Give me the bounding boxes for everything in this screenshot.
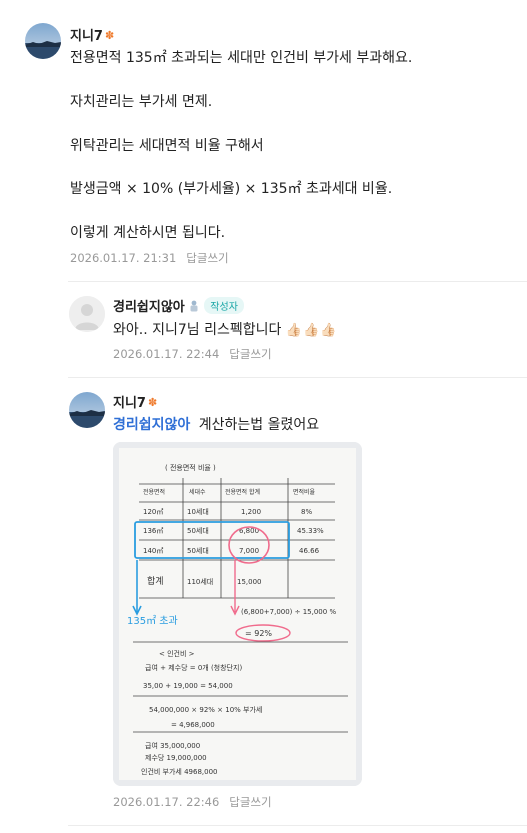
reply-button[interactable]: 답글쓰기 [229,795,271,809]
divider [68,281,527,282]
comment-text: 계산하는법 올렸어요 [198,417,320,433]
table-header: 세대수 [189,488,206,496]
comment-date: 2026.01.17. 22:44 [113,347,220,361]
table-cell: 50세대 [187,526,209,535]
calc-line: 급여 + 제수당 = 0개 (청창단지) [145,663,242,672]
avatar[interactable] [69,296,105,332]
comment-text: 와아.. 지니7님 리스펙합니다 [113,322,282,338]
section-label: < 인건비 > [159,649,195,658]
table-cell: 50세대 [187,546,209,555]
table-header: 전용면적 합계 [225,488,260,496]
comment-date: 2026.01.17. 21:31 [70,251,177,265]
side-note: 135㎡ 초과 [127,615,178,627]
table-cell: 10세대 [187,507,209,516]
comment-line: 위탁관리는 세대면적 비율 구해서 [70,138,264,154]
author-tag: 작성자 [204,297,244,314]
divider [68,377,527,378]
table-cell: 1,200 [241,508,261,516]
comment-date: 2026.01.17. 22:46 [113,795,220,809]
flower-badge-icon: ✽ [104,29,115,42]
calc-line: 제수당 19,000,000 [145,753,207,762]
table-cell: 120㎡ [143,508,163,516]
handwritten-note-image: ( 전용면적 비율 ) 전용면적 세대수 전용면적 합계 면적비율 120㎡ 1… [113,442,362,786]
nickname[interactable]: 경리쉽지않아 [113,300,185,315]
calc-line: 급여 35,000,000 [145,741,200,750]
table-cell: 140㎡ [143,547,163,555]
avatar[interactable] [69,392,105,428]
formula: (6,800+7,000) ÷ 15,000 % [241,608,336,616]
calc-line: = 4,968,000 [171,721,215,729]
reply-button[interactable]: 답글쓰기 [229,347,271,361]
comment-line: 이렇게 계산하시면 됩니다. [70,225,226,241]
table-cell: 136㎡ [143,527,163,535]
table-cell: 45.33% [297,527,324,535]
thumbs-up-emoji: 👍🏻👍🏻👍🏻 [285,323,338,338]
table-cell: 110세대 [187,577,213,586]
table-cell: 합계 [147,575,164,587]
table-header: 면적비율 [293,488,316,496]
comment-line: 자치관리는 부가세 면제. [70,94,213,110]
formula-result: = 92% [245,629,272,638]
avatar[interactable] [25,23,61,59]
table-cell: 15,000 [237,578,262,586]
flower-badge-icon: ✽ [147,396,158,409]
user-level-badge-icon [189,300,199,316]
divider [68,825,527,826]
mention-link[interactable]: 경리쉽지않아 [113,417,190,433]
table-header: 전용면적 [143,488,165,496]
table-cell: 7,000 [239,547,259,555]
calc-line: 인건비 부가세 4968,000 [141,767,218,776]
reply-button[interactable]: 답글쓰기 [186,251,228,265]
calc-line: 35,00 + 19,000 = 54,000 [143,682,233,690]
attached-photo[interactable]: ( 전용면적 비율 ) 전용면적 세대수 전용면적 합계 면적비율 120㎡ 1… [113,442,362,786]
nickname[interactable]: 지니7 [70,29,103,44]
photo-title: ( 전용면적 비율 ) [165,463,216,472]
comment-line: 전용면적 135㎡ 초과되는 세대만 인건비 부가세 부과해요. [70,50,413,66]
calc-line: 54,000,000 × 92% × 10% 부가세 [149,705,262,714]
nickname[interactable]: 지니7 [113,396,146,411]
table-cell: 46.66 [299,547,320,555]
comment-line: 발생금액 × 10% (부가세율) × 135㎡ 초과세대 비율. [70,181,393,197]
table-cell: 8% [301,508,312,516]
